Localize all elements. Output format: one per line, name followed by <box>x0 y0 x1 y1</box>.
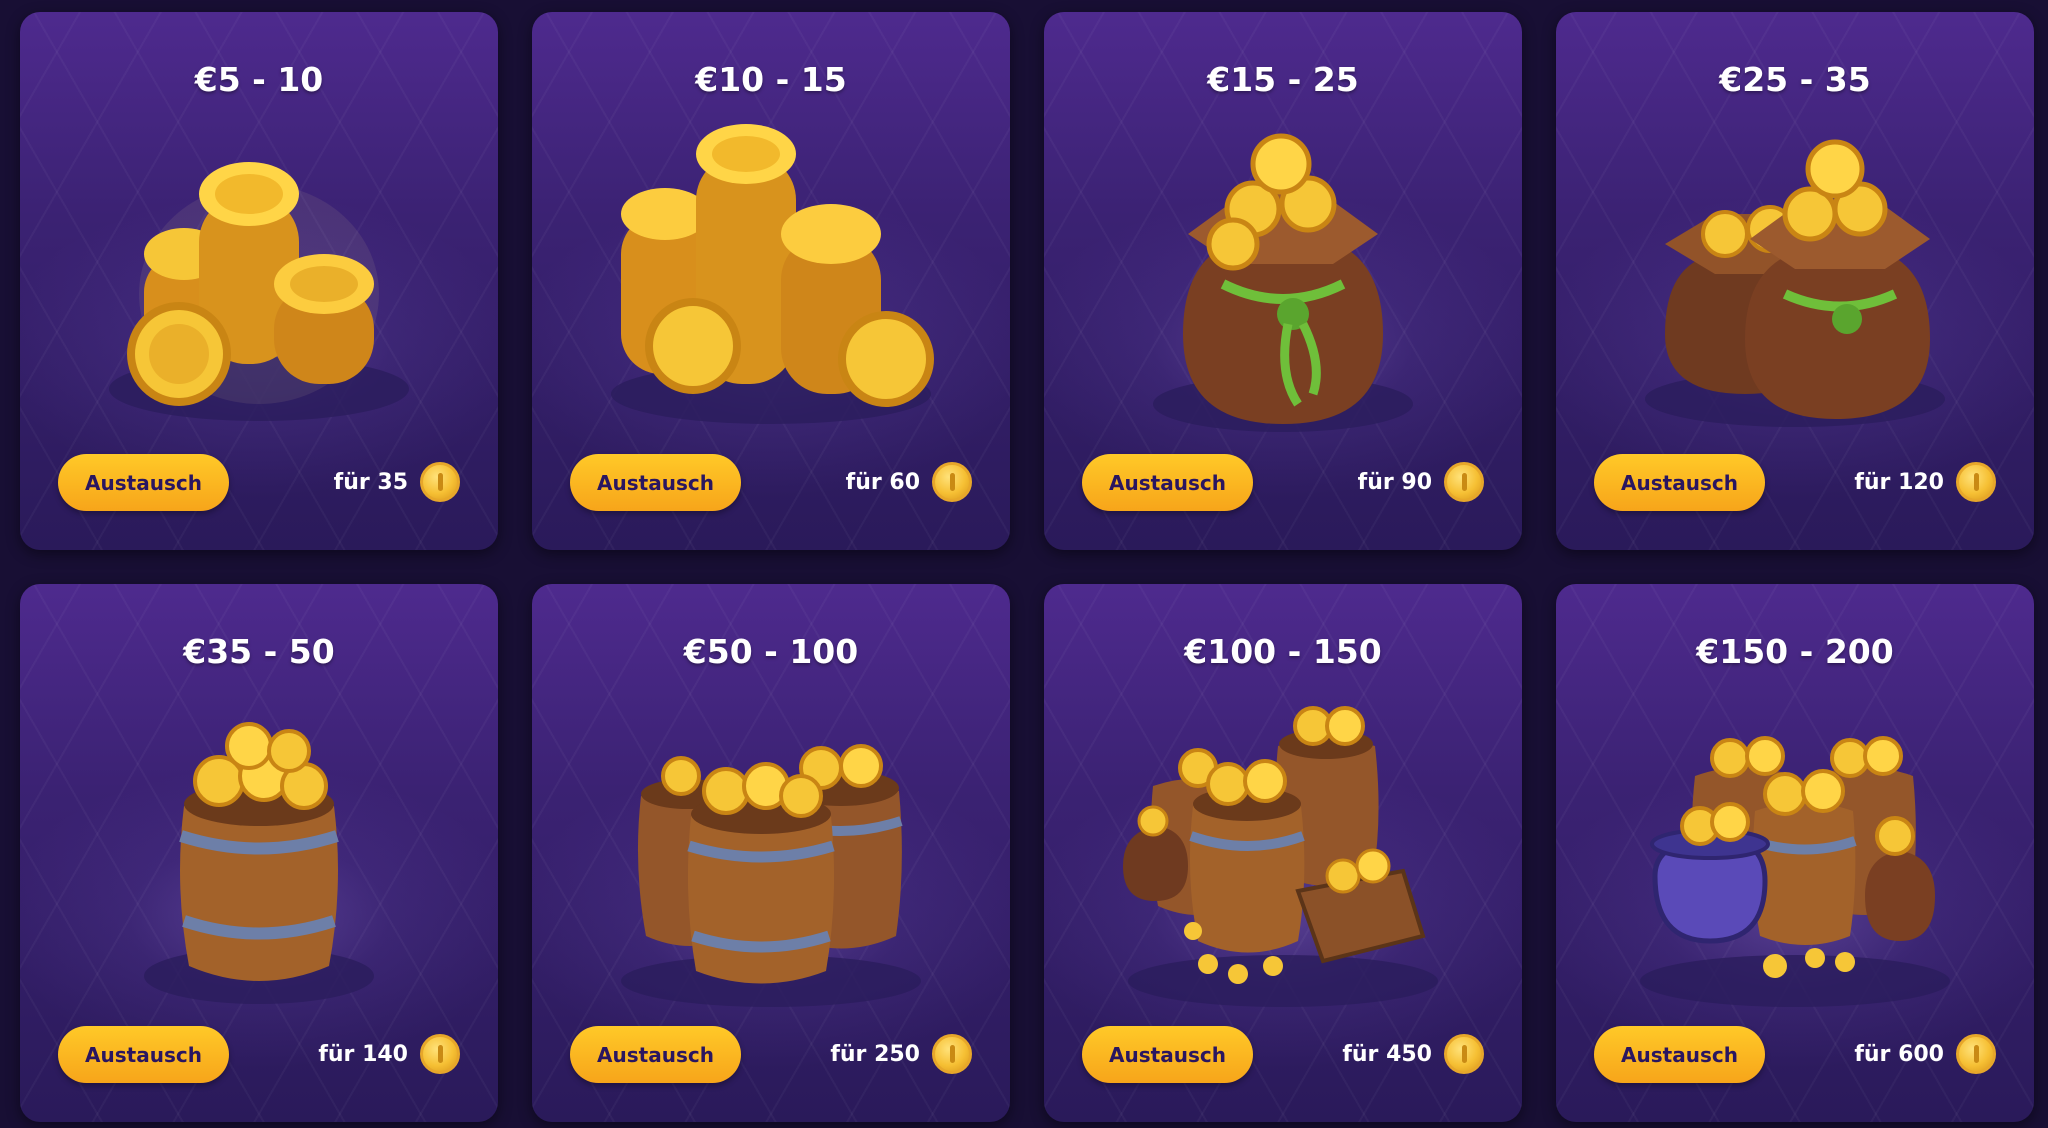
price: für 90 <box>1358 462 1484 502</box>
price-label: für 60 <box>845 469 920 495</box>
coin-barrel-icon <box>89 696 429 1016</box>
offer-title: €25 - 35 <box>1719 60 1871 99</box>
offer-card: €35 - 50 Austausch für 140 <box>20 584 498 1122</box>
coin-icon <box>1444 1034 1484 1074</box>
exchange-button[interactable]: Austausch <box>58 1026 229 1083</box>
offer-card: €100 - 150 Austausch für 450 <box>1044 584 1522 1122</box>
price: für 140 <box>318 1034 460 1074</box>
coin-pile-icon <box>89 124 429 444</box>
offer-card: €15 - 25 Austausch für 90 <box>1044 12 1522 550</box>
offer-grid: €5 - 10 Austausch für 35 €10 - 15 Austau… <box>0 0 2048 1128</box>
price-label: für 90 <box>1357 469 1432 495</box>
offer-card: €50 - 100 Austausch für 250 <box>532 584 1010 1122</box>
coin-sack-icon <box>1113 124 1453 444</box>
two-coin-barrels-icon <box>601 696 941 1016</box>
offer-title: €10 - 15 <box>695 60 847 99</box>
offer-title: €5 - 10 <box>194 60 324 99</box>
offer-title: €150 - 200 <box>1696 632 1894 671</box>
price: für 120 <box>1854 462 1996 502</box>
offer-title: €35 - 50 <box>183 632 335 671</box>
coin-icon <box>420 462 460 502</box>
coin-icon <box>420 1034 460 1074</box>
price: für 35 <box>334 462 460 502</box>
coin-stacks-icon <box>601 124 941 444</box>
price-label: für 35 <box>333 469 408 495</box>
price: für 60 <box>846 462 972 502</box>
price-label: für 120 <box>1854 469 1944 495</box>
price-label: für 250 <box>830 1041 920 1067</box>
exchange-button[interactable]: Austausch <box>1594 454 1765 511</box>
coin-icon <box>1956 462 1996 502</box>
exchange-button[interactable]: Austausch <box>1082 1026 1253 1083</box>
exchange-button[interactable]: Austausch <box>1082 454 1253 511</box>
coin-treasure-hoard-icon <box>1625 696 1965 1016</box>
offer-card: €5 - 10 Austausch für 35 <box>20 12 498 550</box>
coin-icon <box>1956 1034 1996 1074</box>
exchange-button[interactable]: Austausch <box>58 454 229 511</box>
coin-icon <box>932 462 972 502</box>
price-label: für 140 <box>318 1041 408 1067</box>
exchange-button[interactable]: Austausch <box>570 1026 741 1083</box>
offer-card: €10 - 15 Austausch für 60 <box>532 12 1010 550</box>
offer-title: €100 - 150 <box>1184 632 1382 671</box>
price-label: für 600 <box>1854 1041 1944 1067</box>
price: für 450 <box>1342 1034 1484 1074</box>
offer-card: €25 - 35 Austausch für 120 <box>1556 12 2034 550</box>
price: für 250 <box>830 1034 972 1074</box>
price-label: für 450 <box>1342 1041 1432 1067</box>
offer-title: €15 - 25 <box>1207 60 1359 99</box>
coin-barrels-crate-icon <box>1113 696 1453 1016</box>
price: für 600 <box>1854 1034 1996 1074</box>
exchange-button[interactable]: Austausch <box>570 454 741 511</box>
coin-icon <box>932 1034 972 1074</box>
offer-card: €150 - 200 Austausch für 600 <box>1556 584 2034 1122</box>
coin-icon <box>1444 462 1484 502</box>
exchange-button[interactable]: Austausch <box>1594 1026 1765 1083</box>
two-coin-sacks-icon <box>1625 124 1965 444</box>
offer-title: €50 - 100 <box>683 632 859 671</box>
